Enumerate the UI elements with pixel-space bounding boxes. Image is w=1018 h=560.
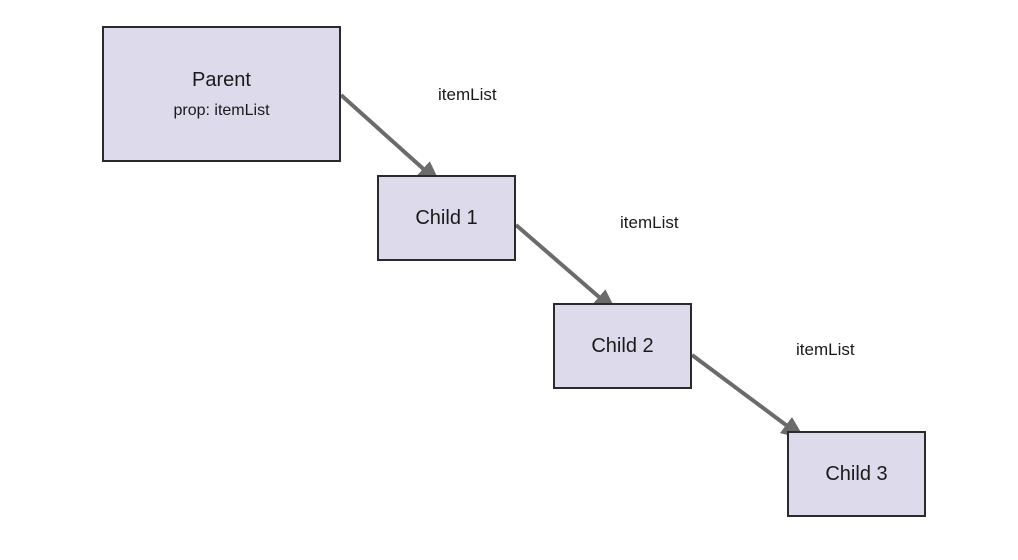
edge-label-2: itemList <box>620 213 679 233</box>
edge-label-3: itemList <box>796 340 855 360</box>
edge-label-1: itemList <box>438 85 497 105</box>
edge-child2-child3 <box>692 355 802 437</box>
node-child3-title: Child 3 <box>825 463 887 486</box>
node-parent-title: Parent <box>192 69 251 92</box>
node-parent-subtitle: prop: itemList <box>173 102 269 120</box>
node-child1-title: Child 1 <box>415 207 477 230</box>
node-child2-title: Child 2 <box>591 335 653 358</box>
node-child2: Child 2 <box>553 303 692 389</box>
node-parent: Parent prop: itemList <box>102 26 341 162</box>
node-child3: Child 3 <box>787 431 926 517</box>
node-child1: Child 1 <box>377 175 516 261</box>
edge-child1-child2 <box>516 225 614 310</box>
edge-parent-child1 <box>341 95 438 182</box>
